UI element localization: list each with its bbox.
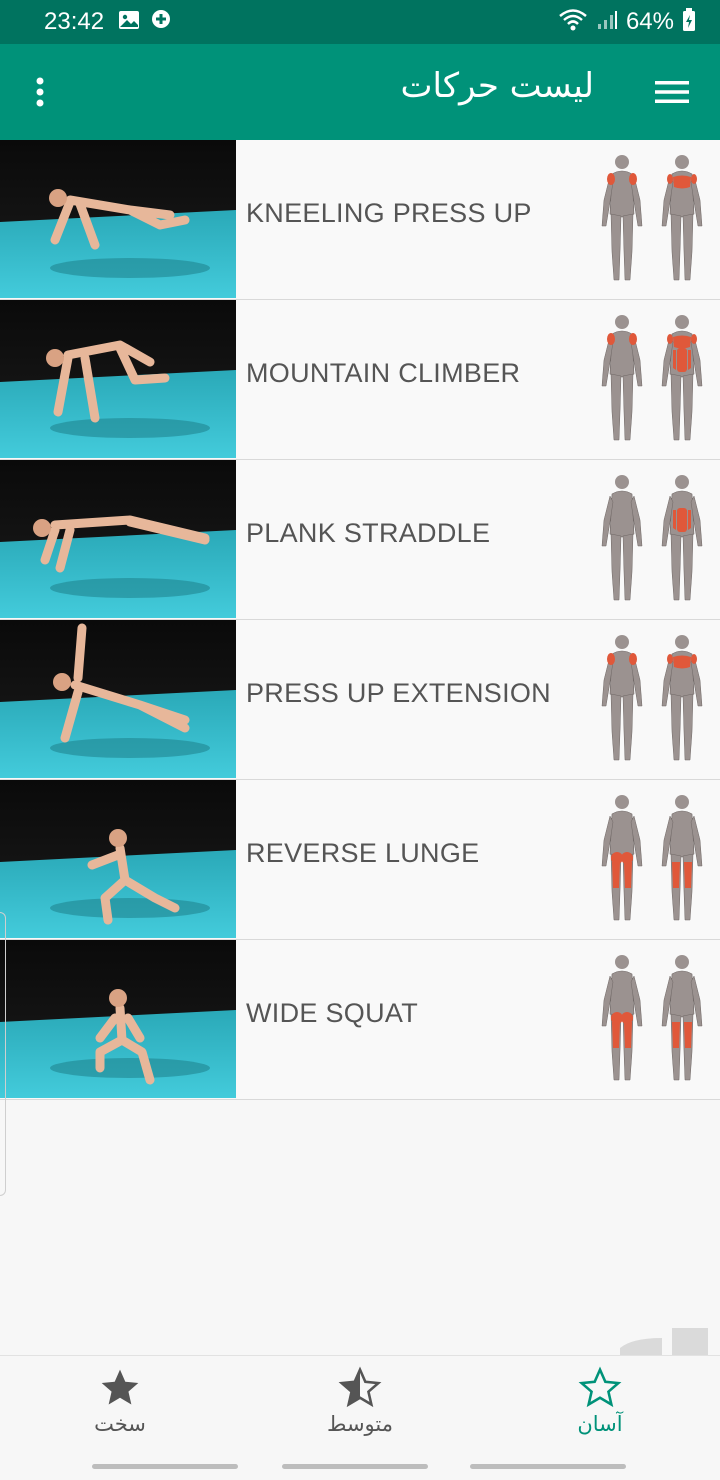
scroll-edge — [0, 912, 6, 1196]
battery-icon — [682, 8, 696, 36]
hamburger-menu-icon — [655, 81, 689, 103]
muscle-map-icon — [598, 312, 714, 446]
wifi-icon — [558, 8, 588, 36]
signal-icon — [596, 9, 618, 35]
status-bar: 23:42 64% — [0, 0, 720, 44]
exercise-name: MOUNTAIN CLIMBER — [246, 358, 521, 388]
status-right: 64% — [558, 8, 696, 36]
gesture-bar-right — [470, 1464, 626, 1469]
status-notification-icons — [118, 9, 172, 35]
tab-easy[interactable]: آسان — [520, 1366, 680, 1452]
exercise-row[interactable]: MOUNTAIN CLIMBER — [0, 300, 720, 460]
muscle-map-icon — [598, 472, 714, 606]
exercise-thumbnail — [0, 940, 236, 1098]
exercise-name: REVERSE LUNGE — [246, 838, 480, 868]
more-vert-icon — [36, 77, 44, 107]
tab-medium[interactable]: متوسط — [280, 1366, 440, 1452]
image-icon — [118, 10, 140, 34]
tab-medium-label: متوسط — [327, 1412, 393, 1436]
more-options-button[interactable] — [22, 70, 58, 114]
page-title: لیست حرکات — [400, 66, 594, 106]
muscle-map-icon — [598, 952, 714, 1086]
exercise-row[interactable]: KNEELING PRESS UP — [0, 140, 720, 300]
gesture-bar-left — [92, 1464, 238, 1469]
location-icon — [150, 9, 172, 35]
exercise-row[interactable]: REVERSE LUNGE — [0, 780, 720, 940]
tab-easy-label: آسان — [577, 1412, 623, 1436]
muscle-map-icon — [598, 792, 714, 926]
battery-percent: 64% — [625, 8, 674, 35]
muscle-map-icon — [598, 152, 714, 286]
star-outline-icon — [578, 1366, 622, 1408]
bottom-navigation: سخت متوسط آسان — [0, 1355, 720, 1456]
gesture-bar-center — [282, 1464, 428, 1469]
menu-button[interactable] — [652, 70, 692, 114]
app-bar: لیست حرکات — [0, 44, 720, 140]
status-time: 23:42 — [44, 8, 105, 35]
exercise-name: WIDE SQUAT — [246, 998, 419, 1028]
exercise-thumbnail — [0, 460, 236, 618]
exercise-row[interactable]: WIDE SQUAT — [0, 940, 720, 1100]
star-half-icon — [338, 1366, 382, 1408]
exercise-thumbnail — [0, 300, 236, 458]
exercise-name: KNEELING PRESS UP — [246, 198, 532, 228]
muscle-map-icon — [598, 632, 714, 766]
exercise-row[interactable]: PRESS UP EXTENSION — [0, 620, 720, 780]
exercise-thumbnail — [0, 620, 236, 778]
exercise-thumbnail — [0, 140, 236, 298]
exercise-name: PLANK STRADDLE — [246, 518, 491, 548]
star-filled-icon — [101, 1369, 139, 1405]
exercise-row[interactable]: PLANK STRADDLE — [0, 460, 720, 620]
tab-hard-label: سخت — [94, 1412, 146, 1436]
exercise-name: PRESS UP EXTENSION — [246, 678, 551, 708]
tab-hard[interactable]: سخت — [40, 1366, 200, 1452]
exercise-thumbnail — [0, 780, 236, 938]
exercise-list: KNEELING PRESS UP MOUNTAIN CLIMBER PLANK… — [0, 140, 720, 1100]
